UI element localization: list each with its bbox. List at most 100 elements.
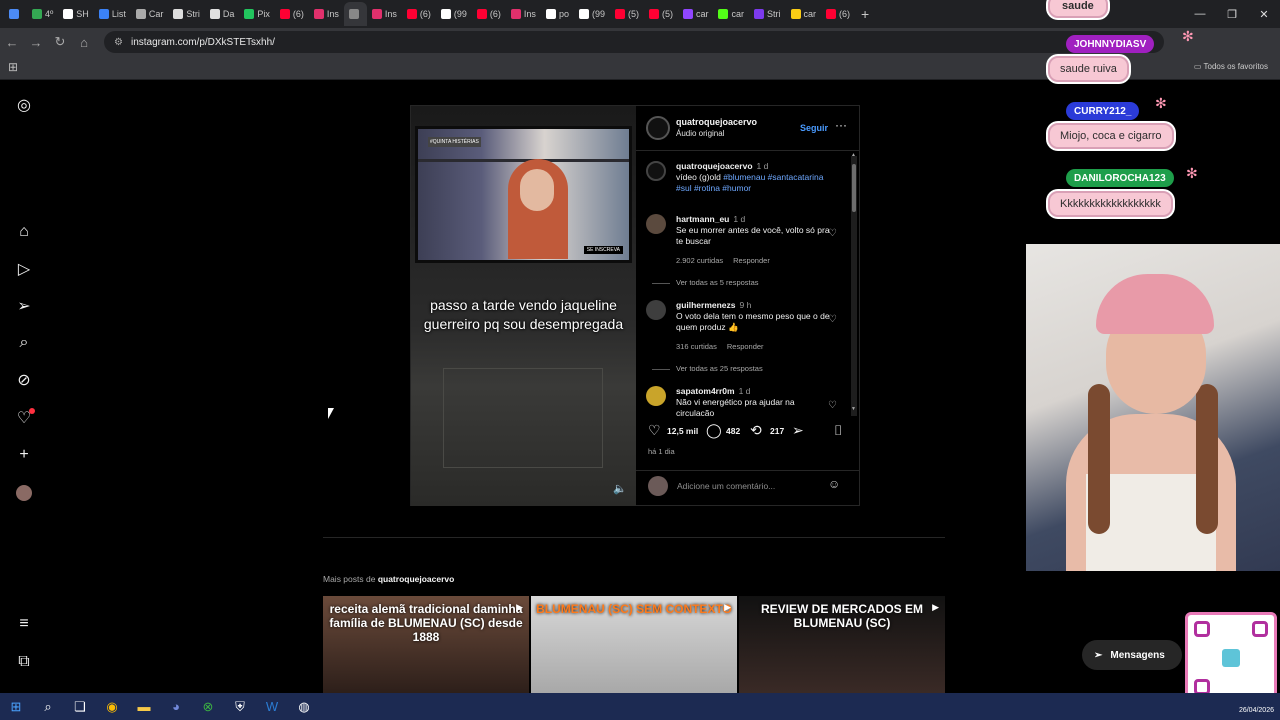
scroll-down-arrow[interactable]: ▼ bbox=[851, 406, 856, 412]
chrome-icon[interactable]: ◉ bbox=[96, 699, 128, 715]
comment-username[interactable]: hartmann_eu bbox=[676, 214, 729, 224]
threads-icon[interactable]: ⧉ bbox=[14, 652, 34, 672]
add-comment-input[interactable]: Adicione um comentário... bbox=[677, 481, 775, 491]
avatar[interactable] bbox=[646, 300, 666, 320]
home-icon[interactable]: ⌂ bbox=[72, 35, 96, 50]
reply-button[interactable]: Responder bbox=[727, 342, 764, 351]
browser-tab[interactable] bbox=[4, 2, 27, 26]
more-post-thumb[interactable]: REVIEW DE MERCADOS EM BLUMENAU (SC) ▶ bbox=[739, 596, 945, 693]
search-icon[interactable]: ⌕ bbox=[32, 699, 64, 715]
repost-count[interactable]: 217 bbox=[770, 426, 784, 436]
like-icon[interactable]: ♡ bbox=[648, 422, 661, 439]
more-posts-user[interactable]: quatroquejoacervo bbox=[378, 574, 455, 584]
like-comment-icon[interactable]: ♡ bbox=[828, 400, 837, 411]
search-icon[interactable]: ⌕ bbox=[14, 333, 34, 353]
task-view-icon[interactable]: ❏ bbox=[64, 699, 96, 715]
browser-tab[interactable]: (6) bbox=[472, 2, 506, 26]
avatar[interactable] bbox=[646, 214, 666, 234]
author-avatar[interactable] bbox=[646, 116, 670, 140]
comment-username[interactable]: guilhermenezs bbox=[676, 300, 736, 310]
reload-icon[interactable]: ↻ bbox=[48, 34, 72, 50]
browser-tab[interactable]: (6) bbox=[821, 2, 855, 26]
volume-icon[interactable]: 🔈 bbox=[613, 482, 627, 495]
save-bookmark-icon[interactable]: ⌷ bbox=[834, 422, 842, 439]
browser-tab[interactable]: po bbox=[541, 2, 574, 26]
like-count[interactable]: 12,5 mil bbox=[667, 426, 698, 436]
browser-tab[interactable]: car bbox=[678, 2, 714, 26]
browser-tab[interactable]: car bbox=[786, 2, 822, 26]
post-age[interactable]: há 1 dia bbox=[648, 447, 675, 456]
comment-likes[interactable]: 2.902 curtidas bbox=[676, 256, 723, 265]
messages-button[interactable]: ➢ Mensagens bbox=[1082, 640, 1182, 670]
minimize-icon[interactable]: — bbox=[1184, 8, 1216, 20]
browser-tab[interactable]: Ins bbox=[309, 2, 344, 26]
maximize-icon[interactable]: ❐ bbox=[1216, 8, 1248, 21]
comment-count[interactable]: 482 bbox=[726, 426, 740, 436]
browser-tab[interactable]: (5) bbox=[610, 2, 644, 26]
more-post-thumb[interactable]: receita alemã tradicional daminha famíli… bbox=[323, 596, 529, 693]
windows-start-icon[interactable]: ⊞ bbox=[0, 699, 32, 715]
reels-icon[interactable]: ▷ bbox=[14, 259, 34, 279]
apps-grid-icon[interactable]: ⊞ bbox=[8, 60, 18, 74]
discord-icon[interactable]: ◕ bbox=[160, 699, 192, 714]
view-replies[interactable]: Ver todas as 25 respostas bbox=[652, 364, 763, 373]
like-comment-icon[interactable]: ♡ bbox=[828, 314, 837, 325]
back-icon[interactable]: ← bbox=[0, 35, 24, 50]
browser-tab[interactable]: Stri bbox=[749, 2, 786, 26]
home-icon[interactable]: ⌂ bbox=[14, 222, 34, 242]
browser-tab[interactable]: car bbox=[713, 2, 749, 26]
all-bookmarks[interactable]: ▭ Todos os favoritos bbox=[1194, 62, 1268, 71]
browser-tab[interactable]: 4º bbox=[27, 2, 58, 26]
word-icon[interactable]: W bbox=[256, 699, 288, 714]
post-video[interactable]: #QUINTA HISTÉRIAS SE INSCREVA passo a ta… bbox=[411, 106, 636, 506]
comment-username[interactable]: sapatom4rr0m bbox=[676, 386, 735, 396]
browser-tab[interactable]: Ins bbox=[367, 2, 402, 26]
share-icon[interactable]: ➢ bbox=[792, 422, 804, 439]
emoji-icon[interactable]: ☺ bbox=[828, 477, 840, 491]
audio-label[interactable]: Áudio original bbox=[676, 129, 724, 138]
author-username[interactable]: quatroquejoacervo bbox=[676, 117, 757, 127]
repost-icon[interactable]: ⟲ bbox=[750, 422, 762, 439]
xbox-icon[interactable]: ⊗ bbox=[192, 699, 224, 715]
avatar[interactable] bbox=[646, 161, 666, 181]
like-comment-icon[interactable]: ♡ bbox=[828, 228, 837, 239]
new-tab-button[interactable]: + bbox=[855, 6, 875, 22]
browser-tab[interactable]: (99 bbox=[574, 2, 610, 26]
view-replies[interactable]: Ver todas as 5 respostas bbox=[652, 278, 759, 287]
reply-button[interactable]: Responder bbox=[733, 256, 770, 265]
follow-button[interactable]: Seguir bbox=[800, 123, 828, 133]
menu-icon[interactable]: ≡ bbox=[14, 614, 34, 634]
browser-tab[interactable]: SH bbox=[58, 2, 94, 26]
browser-tab[interactable]: (99 bbox=[436, 2, 472, 26]
site-info-icon[interactable]: ⚙ bbox=[114, 37, 123, 48]
browser-tab[interactable] bbox=[343, 2, 367, 26]
browser-tab[interactable]: Ins bbox=[506, 2, 541, 26]
comment-likes[interactable]: 316 curtidas bbox=[676, 342, 717, 351]
direct-icon[interactable]: ➢ bbox=[14, 296, 34, 316]
caption-username[interactable]: quatroquejoacervo bbox=[676, 161, 753, 171]
explore-icon[interactable]: ⊘ bbox=[14, 370, 34, 390]
scrollbar-thumb[interactable] bbox=[852, 164, 856, 212]
obs-icon[interactable]: ◍ bbox=[288, 699, 320, 715]
forward-icon[interactable]: → bbox=[24, 35, 48, 50]
url-input[interactable]: ⚙ instagram.com/p/DXkSTETsxhh/ bbox=[104, 31, 1164, 53]
browser-tab[interactable]: Pix bbox=[239, 2, 275, 26]
browser-tab[interactable]: Da bbox=[205, 2, 240, 26]
notifications-icon[interactable]: ♡ bbox=[14, 408, 35, 428]
browser-tab[interactable]: (6) bbox=[275, 2, 309, 26]
browser-tab[interactable]: (6) bbox=[402, 2, 436, 26]
browser-tab[interactable]: List bbox=[94, 2, 131, 26]
browser-tab[interactable]: Car bbox=[131, 2, 169, 26]
avatar[interactable] bbox=[646, 386, 666, 406]
browser-tab[interactable]: (5) bbox=[644, 2, 678, 26]
close-icon[interactable]: ✕ bbox=[1248, 8, 1280, 21]
file-explorer-icon[interactable]: ▬ bbox=[128, 699, 160, 714]
browser-tab[interactable]: Stri bbox=[168, 2, 205, 26]
more-post-thumb[interactable]: BLUMENAU (SC) SEM CONTEXTO ▶ bbox=[531, 596, 737, 693]
comment-icon[interactable]: ◯ bbox=[706, 422, 722, 439]
more-options-icon[interactable]: ··· bbox=[835, 118, 847, 132]
create-icon[interactable]: + bbox=[14, 445, 34, 465]
profile-avatar[interactable] bbox=[14, 483, 34, 503]
shield-icon[interactable]: ⛨ bbox=[224, 699, 256, 715]
instagram-logo-icon[interactable]: ◎ bbox=[14, 95, 34, 115]
